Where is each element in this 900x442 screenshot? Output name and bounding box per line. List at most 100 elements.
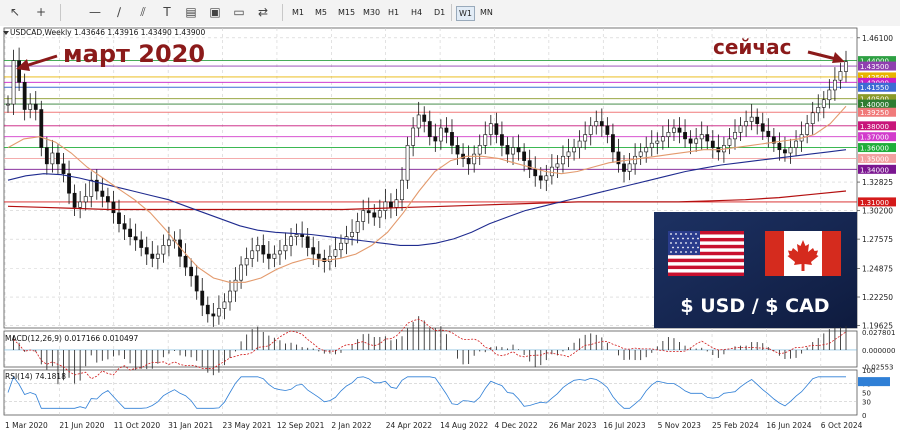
candle-body [622,163,626,172]
us-flag-star [685,251,687,253]
candle-body [33,103,38,110]
candle-body [344,236,349,244]
x-tick-label: 16 Jun 2024 [766,421,811,430]
candle-body [660,136,665,142]
candle-body [683,132,687,140]
x-tick-label: 1 Mar 2020 [5,421,48,430]
macd-y-tick-label: 0.027801 [862,329,895,337]
candle-body [405,145,410,181]
x-tick-label: 6 Oct 2024 [821,421,863,430]
candle-body [61,163,66,174]
level-price-label: 1.35000 [860,155,889,163]
candle-body [444,127,449,133]
candle-body [438,127,443,142]
us-flag-star [680,242,682,244]
candle-body [11,60,16,105]
candle-body [666,132,671,137]
candle-body [83,196,88,203]
tf-mn[interactable]: MN [478,6,495,19]
cursor-icon[interactable]: ↖ [8,5,22,19]
tf-m30[interactable]: M30 [361,6,382,19]
candle-body [672,127,676,133]
x-tick-label: 23 May 2021 [223,421,272,430]
candle-body [155,253,160,259]
level-price-label: 1.38000 [860,123,889,131]
candle-body [527,160,532,170]
candle-body [638,151,643,157]
tf-w1[interactable]: W1 [456,6,475,21]
candle-body [144,247,149,255]
y-tick-label: 1.24875 [862,264,893,273]
x-tick-label: 25 Feb 2024 [712,421,759,430]
candle-body [139,239,144,248]
text-label-icon[interactable]: T [160,5,174,19]
candle-body [100,190,105,197]
tf-m5[interactable]: M5 [313,6,329,19]
tf-m15[interactable]: M15 [336,6,357,19]
candle-body [694,138,699,144]
y-tick-label: 1.30200 [862,207,893,216]
candle-body [538,175,543,181]
candle-body [594,121,599,127]
us-flag-star [677,237,679,240]
x-tick-label: 11 Oct 2020 [114,421,161,430]
arrows-icon[interactable]: ▭ [232,5,246,19]
candle-body [189,266,194,277]
candle-body [511,147,515,155]
toolbar-separator [60,4,61,21]
us-flag-star [697,246,699,249]
trendline-icon[interactable]: ∕ [112,5,126,19]
x-tick-label: 26 Mar 2023 [549,421,597,430]
us-flag-star [682,237,684,240]
arrows-icon[interactable]: ⇄ [256,5,270,19]
us-flag-stripe [668,272,744,276]
us-flag-star [692,237,694,240]
color-square-icon[interactable]: ▣ [208,5,222,19]
candle-body [261,245,266,255]
level-price-label: 1.39250 [860,109,889,117]
candle-body [505,145,510,155]
candle-body [394,199,399,208]
candle-body [205,304,210,315]
candle-body [250,250,255,259]
us-flag-star [670,242,672,244]
us-flag-star [677,246,679,249]
candle-body [244,258,249,266]
candle-body [649,142,654,148]
us-flag-star [675,233,677,235]
equidistant-channel-icon[interactable]: ⫽ [136,5,150,19]
candle-body [117,212,121,224]
candle-body [561,155,565,165]
us-flag-star [695,251,697,253]
candle-body [477,145,482,155]
crosshair-icon[interactable]: + [34,5,48,19]
candle-body [433,136,438,142]
us-flag-star [675,251,677,253]
tf-h1[interactable]: H1 [386,6,401,19]
candle-body [566,151,571,157]
tf-m1[interactable]: M1 [290,6,306,19]
candle-body [389,201,393,208]
hline-icon[interactable]: — [88,5,102,19]
candle-body [278,250,282,255]
candle-body [738,125,743,133]
candle-body [705,134,710,142]
candle-body [133,236,138,241]
candle-body [366,210,371,214]
rsi-label: RSI(14) 74.1818 [5,372,66,381]
candle-body [300,234,305,237]
candle-body [533,169,538,177]
tf-h4[interactable]: H4 [409,6,424,19]
candle-body [78,201,83,208]
shapes-icon[interactable]: ▤ [184,5,198,19]
symbol-info: USDCAD,Weekly 1.43646 1.43916 1.43490 1.… [10,28,205,37]
chart-area[interactable]: $ USD / $ CAD март 2020 сейчас USDCAD,We… [0,26,900,442]
candle-body [516,147,521,153]
x-tick-label: 16 Jul 2023 [603,421,646,430]
us-flag-star [690,233,692,235]
us-flag-star [680,233,682,235]
tf-d1[interactable]: D1 [432,6,447,19]
candle-body [755,116,760,124]
candle-body [6,103,10,106]
candle-body [56,152,60,165]
